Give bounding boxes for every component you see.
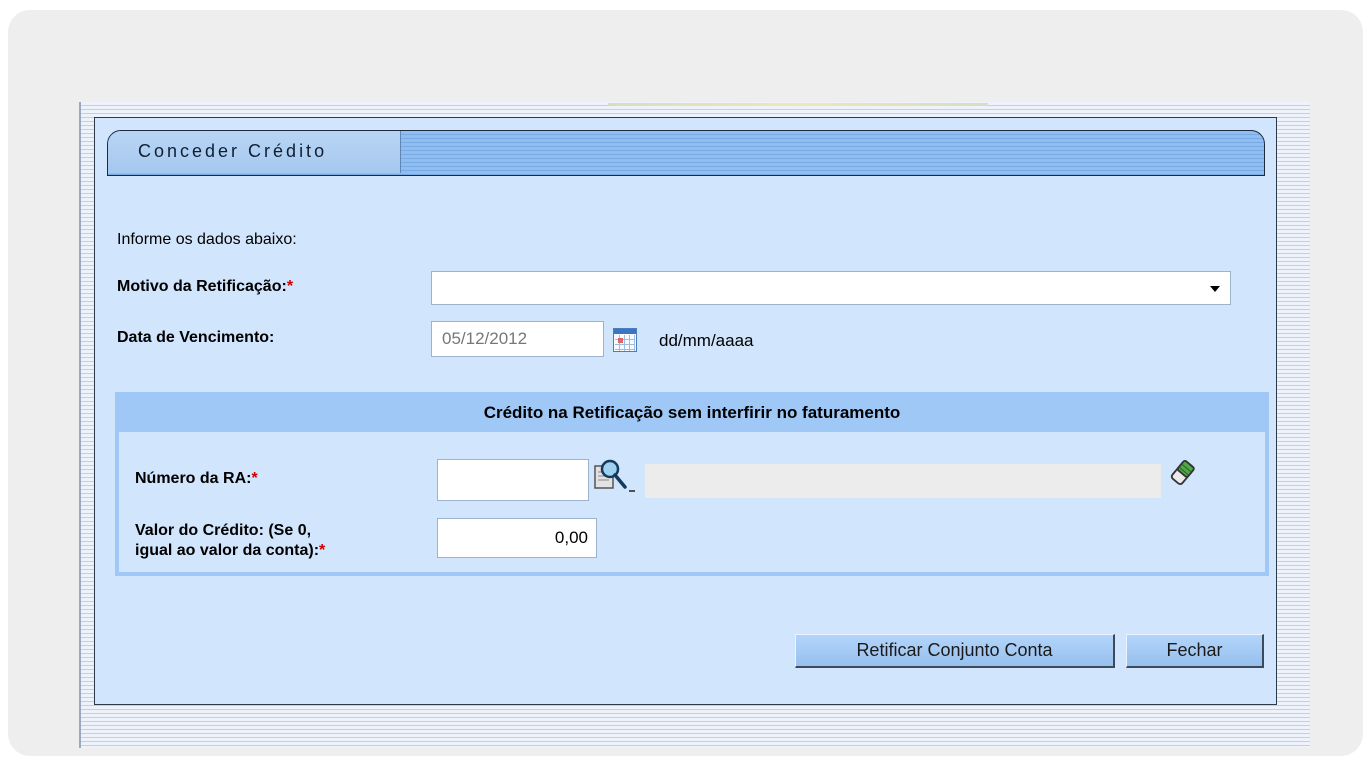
required-mark: * [251, 470, 258, 487]
conceder-credito-panel: Conceder Crédito Informe os dados abaixo… [94, 117, 1277, 705]
instructions-text: Informe os dados abaixo: [117, 231, 297, 248]
page-title: Conceder Crédito [138, 141, 328, 161]
panel-title-bar: Conceder Crédito [107, 130, 1265, 176]
valor-credito-input[interactable]: 0,00 [437, 518, 597, 558]
required-mark: * [319, 542, 326, 559]
motivo-select[interactable] [431, 271, 1231, 305]
title-tab: Conceder Crédito [108, 131, 401, 173]
ra-label-text: Número da RA: [135, 470, 252, 487]
ra-number-input[interactable] [437, 459, 589, 501]
credit-section-header: Crédito na Retificação sem interfirir no… [119, 396, 1265, 432]
required-mark: * [286, 278, 294, 295]
credit-section: Crédito na Retificação sem interfirir no… [115, 392, 1269, 576]
chevron-down-icon[interactable] [1210, 286, 1220, 292]
ra-description-display [645, 464, 1161, 498]
vencimento-date-field[interactable] [431, 321, 604, 357]
motivo-label: Motivo da Retificação:* [117, 278, 293, 296]
retificar-conjunto-conta-button[interactable]: Retificar Conjunto Conta [795, 634, 1115, 668]
valor-label-line1: Valor do Crédito: (Se 0, [135, 522, 312, 539]
date-format-hint: dd/mm/aaaa [659, 331, 754, 350]
left-border [79, 102, 81, 748]
calendar-icon[interactable] [613, 328, 637, 352]
eraser-icon[interactable] [1167, 457, 1199, 489]
window-frame: Conceder Crédito Informe os dados abaixo… [8, 10, 1363, 756]
ra-label: Número da RA:* [135, 470, 258, 488]
valor-label: Valor do Crédito: (Se 0, igual ao valor d… [135, 521, 325, 561]
fechar-button[interactable]: Fechar [1126, 634, 1264, 668]
magnifier-icon[interactable] [593, 458, 637, 494]
vencimento-label: Data de Vencimento: [117, 329, 275, 346]
motivo-label-text: Motivo da Retificação: [117, 278, 287, 295]
top-accent-strip [608, 103, 988, 106]
valor-label-line2: igual ao valor da conta): [135, 542, 320, 559]
